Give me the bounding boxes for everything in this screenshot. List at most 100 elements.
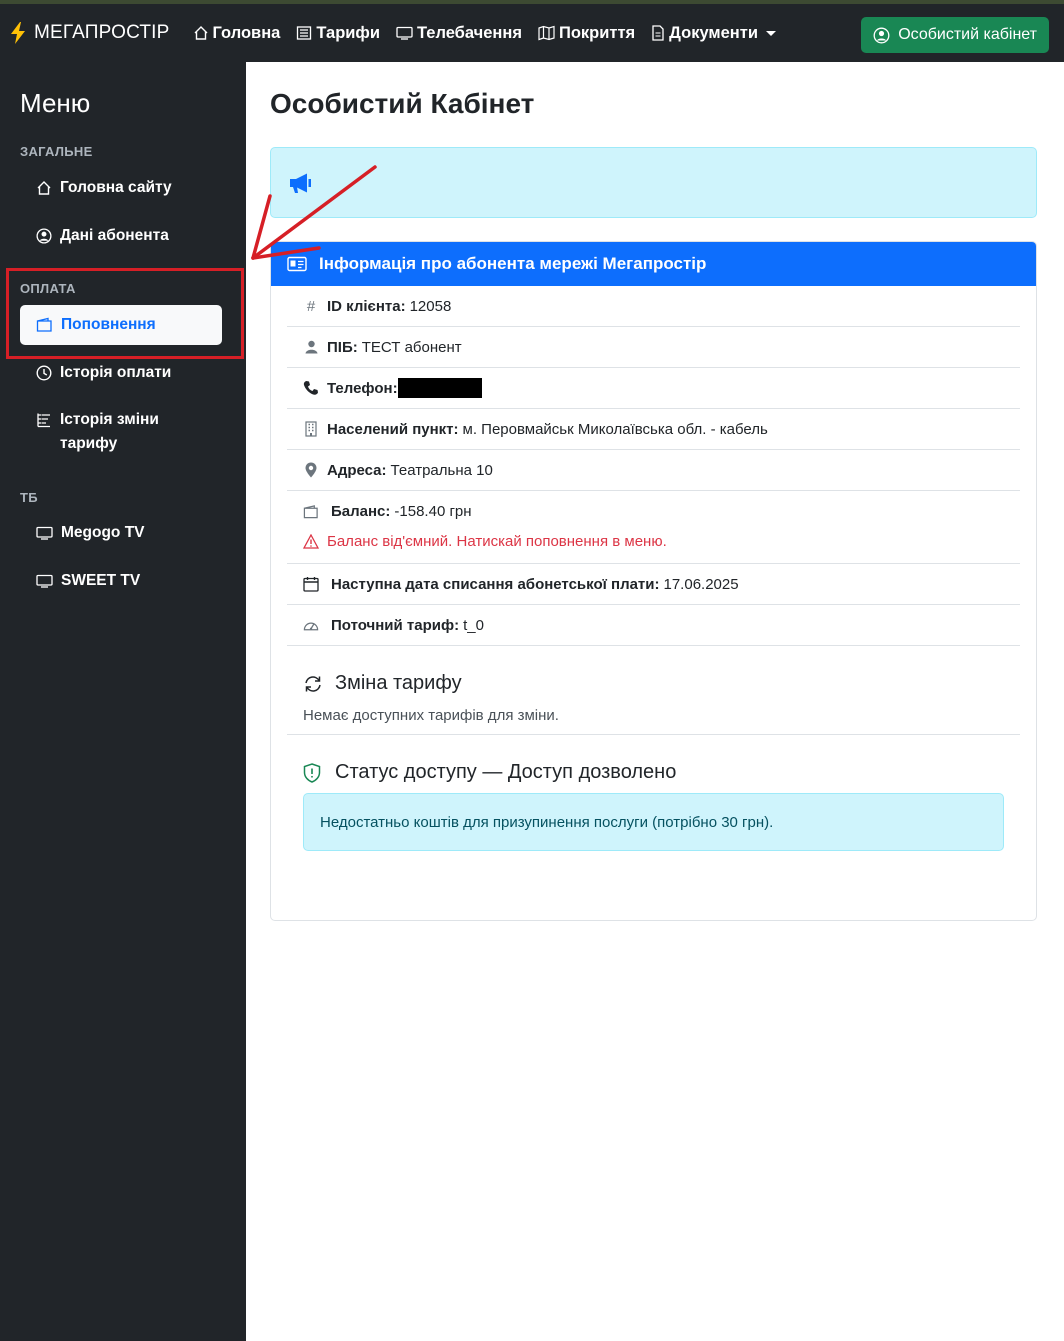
info-list: # ID клієнта: 12058 ПІБ: ТЕСТ абонент Те… [287, 286, 1020, 851]
warning-icon [303, 534, 319, 549]
card-header-title: Інформація про абонента мережі Мегапрост… [319, 254, 707, 273]
house-icon [194, 26, 208, 40]
info-row-next-charge: Наступна дата списання абонетської плати… [287, 564, 1020, 605]
card-header: Інформація про абонента мережі Мегапрост… [271, 242, 1036, 286]
info-value: 12058 [409, 297, 452, 315]
id-card-icon [287, 256, 307, 272]
clock-icon [36, 365, 52, 381]
top-navbar: МЕГАПРОСТІР Головна Тарифи Телебачення П… [0, 4, 1064, 62]
section-label-general: ЗАГАЛЬНЕ [20, 144, 93, 159]
nav-link-label: Документи [669, 23, 758, 42]
brand-name: МЕГАПРОСТІР [34, 22, 170, 43]
sidebar-item-label: SWEET TV [61, 572, 141, 589]
nav-link-label: Телебачення [417, 23, 522, 42]
user-circle-icon [873, 27, 890, 43]
sidebar-item-subscriber-data[interactable]: Дані абонента [20, 216, 222, 256]
user-circle-icon [36, 228, 52, 244]
sidebar-item-tariff-history[interactable]: Історія зміни тарифу [20, 408, 200, 456]
personal-cabinet-button[interactable]: Особистий кабінет [861, 17, 1049, 53]
refresh-icon [305, 675, 321, 692]
sidebar-item-label: Дані абонента [60, 227, 169, 244]
map-icon [538, 25, 555, 41]
wallet-icon [303, 504, 319, 520]
document-icon [652, 25, 664, 41]
tariff-change-heading: Зміна тарифу [303, 672, 1020, 695]
sidebar-item-label: Головна сайту [60, 179, 172, 196]
access-status-section: Статус доступу — Доступ дозволено Недост… [287, 735, 1020, 851]
access-status-alert: Недостатньо коштів для призупинення посл… [303, 793, 1004, 851]
hash-icon: # [306, 297, 316, 315]
tv-icon [36, 574, 53, 588]
info-row-address: Адреса: Театральна 10 [287, 450, 1020, 491]
list-ordered-icon [37, 413, 50, 428]
info-row-name: ПІБ: ТЕСТ абонент [287, 327, 1020, 368]
tariff-change-section: Зміна тарифу Немає доступних тарифів для… [287, 646, 1020, 735]
info-value: t_0 [463, 616, 484, 634]
tariff-change-text: Немає доступних тарифів для зміни. [303, 707, 559, 724]
nav-link-coverage[interactable]: Покриття [538, 24, 635, 43]
sidebar-item-sweet-tv[interactable]: SWEET TV [20, 561, 222, 601]
section-label-tv: ТБ [20, 490, 38, 505]
sidebar-item-label: Історія оплати [60, 364, 172, 381]
nav-link-tv[interactable]: Телебачення [396, 24, 522, 43]
subscriber-info-card: Інформація про абонента мережі Мегапрост… [270, 241, 1037, 921]
cabinet-button-label: Особистий кабінет [898, 26, 1037, 43]
info-label: Населений пункт: [327, 420, 459, 438]
megaphone-icon [290, 173, 311, 193]
info-value: -158.40 грн [394, 503, 472, 520]
info-value: 17.06.2025 [663, 575, 739, 593]
nav-link-label: Тарифи [316, 23, 381, 42]
sidebar-item-megogo[interactable]: Megogo TV [20, 513, 222, 553]
info-row-balance: Баланс: -158.40 грн Баланс від'ємний. На… [287, 491, 1020, 564]
info-label: ПІБ: [327, 338, 358, 356]
nav-link-label: Головна [212, 23, 281, 42]
info-label: Адреса: [327, 461, 387, 479]
info-label: ID клієнта: [327, 297, 406, 315]
person-icon [303, 340, 319, 354]
annotation-highlight-box [6, 268, 244, 359]
info-value: м. Перовмайськ Миколаївська обл. - кабел… [462, 420, 768, 438]
balance-warning-text: Баланс від'ємний. Натискай поповнення в … [327, 533, 667, 550]
info-label: Поточний тариф: [331, 616, 460, 634]
info-row-phone: Телефон: [287, 368, 1020, 409]
sidebar-item-payment-history[interactable]: Історія оплати [20, 353, 222, 393]
map-pin-icon [303, 462, 319, 478]
access-status-heading: Статус доступу — Доступ дозволено [303, 761, 1020, 784]
sidebar-item-label: Історія зміни тарифу [60, 411, 159, 452]
balance-warning: Баланс від'ємний. Натискай поповнення в … [303, 533, 1020, 550]
sidebar: Меню ЗАГАЛЬНЕ Головна сайту Дані абонент… [0, 62, 246, 1341]
info-value: Театральна 10 [390, 461, 493, 479]
info-label: Баланс: [331, 503, 391, 520]
nav-links: Головна Тарифи Телебачення Покриття Доку… [193, 24, 792, 43]
lightning-icon [11, 22, 25, 44]
page-title: Особистий Кабінет [270, 88, 535, 119]
speedometer-icon [303, 618, 319, 632]
info-row-id: # ID клієнта: 12058 [287, 286, 1020, 327]
tariff-change-title: Зміна тарифу [335, 672, 462, 694]
sidebar-item-label: Megogo TV [61, 524, 145, 541]
building-icon [303, 421, 319, 437]
info-label: Телефон: [327, 379, 398, 397]
info-value: ТЕСТ абонент [361, 338, 462, 356]
nav-link-home[interactable]: Головна [193, 23, 281, 43]
redacted-phone-value [397, 378, 482, 398]
house-icon [37, 181, 51, 195]
shield-icon [303, 762, 321, 783]
phone-icon [303, 380, 319, 396]
calendar-icon [303, 576, 319, 592]
nav-link-tariffs[interactable]: Тарифи [296, 24, 380, 43]
tv-icon [396, 26, 413, 40]
announcement-alert [270, 147, 1037, 218]
access-status-message: Недостатньо коштів для призупинення посл… [320, 813, 774, 831]
sidebar-title: Меню [20, 88, 91, 118]
sidebar-item-site-home[interactable]: Головна сайту [20, 168, 222, 208]
nav-link-documents[interactable]: Документи [651, 24, 776, 43]
nav-link-label: Покриття [558, 23, 636, 42]
tv-icon [36, 526, 53, 540]
tariff-list-icon [297, 26, 312, 40]
access-status-title: Статус доступу — Доступ дозволено [335, 761, 677, 783]
brand-logo[interactable]: МЕГАПРОСТІР [9, 22, 170, 44]
balance-line: Баланс: -158.40 грн [303, 503, 1020, 520]
info-label: Наступна дата списання абонетської плати… [331, 575, 660, 593]
chevron-down-icon [766, 30, 776, 36]
